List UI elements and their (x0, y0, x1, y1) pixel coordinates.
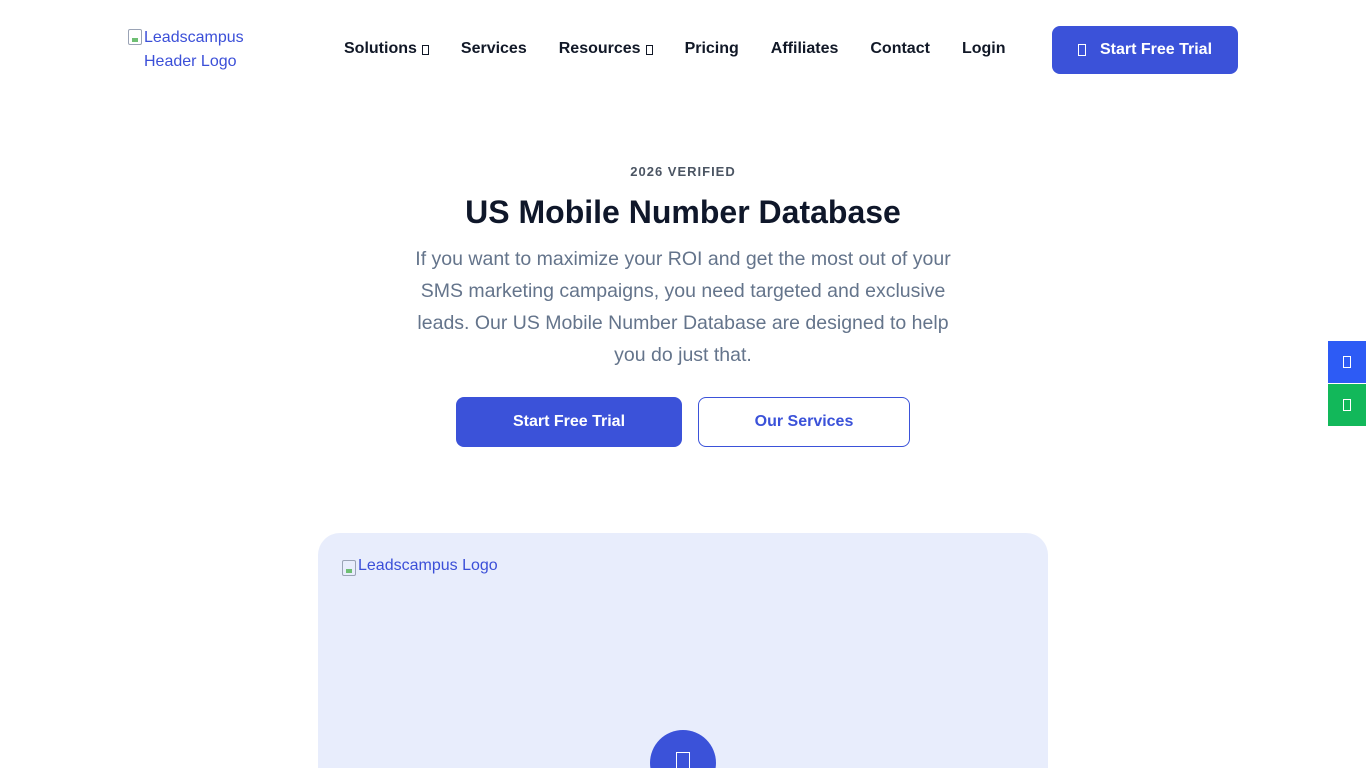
nav-item-resources[interactable]: Resources (559, 40, 653, 58)
nav-item-login[interactable]: Login (962, 40, 1006, 58)
nav-item-label: Login (961, 40, 1006, 57)
header-logo-alt-text: Leadscampus Header Logo (144, 29, 244, 70)
nav-item-pricing[interactable]: Pricing (685, 40, 739, 58)
site-header: Leadscampus Header Logo Solutions Servic… (0, 0, 1366, 100)
broken-image-icon (342, 560, 356, 576)
nav-item-label: Pricing (684, 40, 739, 57)
side-phone-button[interactable] (1328, 341, 1366, 383)
hero-description: If you want to maximize your ROI and get… (415, 248, 951, 366)
play-video-button[interactable] (650, 730, 716, 768)
our-services-button[interactable]: Our Services (698, 397, 910, 447)
nav-item-label: Solutions (344, 40, 417, 57)
nav-item-label: Resources (558, 40, 641, 57)
card-logo: Leadscampus Logo (342, 557, 498, 576)
header-logo[interactable]: Leadscampus Header Logo (128, 26, 268, 74)
nav-item-contact[interactable]: Contact (870, 40, 930, 58)
main-nav: Solutions Services Resources Pricing Aff… (344, 36, 1005, 62)
whatsapp-icon (1343, 399, 1351, 411)
header-cta-label: Start Free Trial (1099, 41, 1213, 58)
chevron-down-icon (645, 45, 653, 55)
start-free-trial-button[interactable]: Start Free Trial (456, 397, 682, 447)
nav-item-label: Affiliates (770, 40, 839, 57)
nav-item-services[interactable]: Services (461, 40, 527, 58)
play-icon (676, 752, 690, 768)
rocket-icon (1077, 44, 1086, 56)
side-whatsapp-button[interactable] (1328, 384, 1366, 426)
nav-item-solutions[interactable]: Solutions (344, 40, 429, 58)
header-start-free-trial-button[interactable]: Start Free Trial (1052, 26, 1238, 74)
broken-image-icon (128, 29, 142, 45)
nav-item-label: Contact (870, 40, 930, 57)
page-title: US Mobile Number Database (465, 194, 901, 230)
card-logo-alt-text: Leadscampus Logo (358, 557, 498, 574)
nav-item-affiliates[interactable]: Affiliates (771, 40, 839, 58)
nav-item-label: Services (460, 40, 527, 57)
phone-icon (1343, 356, 1351, 368)
media-card: Leadscampus Logo (318, 533, 1048, 768)
hero-eyebrow: 2026 VERIFIED (630, 164, 736, 179)
chevron-down-icon (421, 45, 429, 55)
